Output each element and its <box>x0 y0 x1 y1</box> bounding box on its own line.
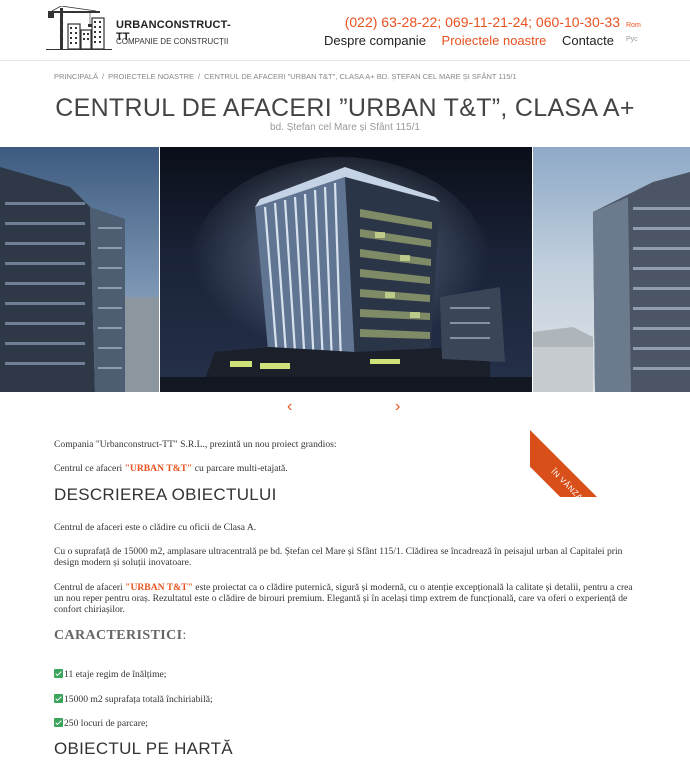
slide-current-image[interactable] <box>160 147 532 392</box>
language-switcher: Rom Рус <box>626 19 641 47</box>
image-slider[interactable] <box>0 147 690 392</box>
checkmark-icon <box>54 718 63 727</box>
section-title-description: DESCRIEREA OBIECTULUI <box>54 485 277 504</box>
crane-logo-icon <box>46 6 112 50</box>
lang-ro[interactable]: Rom <box>626 19 641 33</box>
section-title-features-text: CARACTERISTICI <box>54 628 183 643</box>
header-divider <box>0 60 690 61</box>
phone-numbers[interactable]: (022) 63-28-22; 069-11-21-24; 060-10-30-… <box>330 14 620 30</box>
breadcrumb-current: CENTRUL DE AFACERI "URBAN T&T", CLASA A+… <box>204 72 517 81</box>
center-text-before: Centrul ce afaceri <box>54 463 125 474</box>
logo[interactable]: URBANCONSTRUCT-TT COMPANIE DE CONSTRUCȚI… <box>46 6 236 50</box>
description-p3: Centrul de afaceri "URBAN T&T" este proi… <box>54 582 637 615</box>
slide-next-image[interactable] <box>533 147 690 392</box>
section-title-features-colon: : <box>182 628 187 643</box>
feature-item: 11 etaje regim de înălțime; <box>54 669 637 680</box>
intro-text: Compania "Urbanconstruct-TT" S.R.L., pre… <box>54 439 337 450</box>
sale-ribbon-label: ÎN VÂNZARE <box>530 420 637 497</box>
section-title-features: CARACTERISTICI: <box>54 628 187 644</box>
feature-item: 15000 m2 suprafața totală închiriabilă; <box>54 694 637 705</box>
checkmark-icon <box>54 694 63 703</box>
site-header: URBANCONSTRUCT-TT COMPANIE DE CONSTRUCȚI… <box>0 0 690 60</box>
chevron-left-icon: ‹ <box>287 398 293 415</box>
logo-tagline: COMPANIE DE CONSTRUCȚII <box>116 37 229 46</box>
description-p2: Cu o suprafață de 15000 m2, amplasare ul… <box>54 546 623 568</box>
slider-prev-button[interactable]: ‹ <box>287 398 292 416</box>
slide-previous-image[interactable] <box>0 147 159 392</box>
description-p1: Centrul de afaceri este o clădire cu ofi… <box>54 522 257 533</box>
breadcrumb-home[interactable]: PRINCIPALĂ <box>54 72 98 81</box>
main-nav: Despre companie Proiectele noastre Conta… <box>312 33 614 48</box>
feature-text: 11 etaje regim de înălțime; <box>64 669 167 680</box>
page-subtitle: bd. Ștefan cel Mare și Sfânt 115/1 <box>270 122 420 133</box>
page-title: CENTRUL DE AFACERI ”URBAN T&T”, CLASA A+ <box>55 94 635 122</box>
slider-next-button[interactable]: › <box>395 398 400 416</box>
description-p3-highlight: "URBAN T&T" <box>125 582 193 593</box>
nav-item-contacts[interactable]: Contacte <box>562 33 614 48</box>
breadcrumb-projects[interactable]: PROIECTELE NOASTRE <box>108 72 194 81</box>
feature-text: 15000 m2 suprafața totală închiriabilă; <box>64 694 213 705</box>
description-p3-before: Centrul de afaceri <box>54 582 126 593</box>
center-text-highlight: "URBAN T&T" <box>124 463 193 474</box>
feature-item: 250 locuri de parcare; <box>54 718 637 729</box>
center-text-after: cu parcare multi-etajată. <box>192 463 288 474</box>
lang-ru[interactable]: Рус <box>626 33 641 47</box>
nav-item-about[interactable]: Despre companie <box>324 33 426 48</box>
center-text: Centrul ce afaceri "URBAN T&T" cu parcar… <box>54 463 637 474</box>
section-title-map: OBIECTUL PE HARTĂ <box>54 739 233 758</box>
checkmark-icon <box>54 669 63 678</box>
chevron-right-icon: › <box>395 398 401 415</box>
nav-item-projects[interactable]: Proiectele noastre <box>442 33 547 48</box>
breadcrumb: PRINCIPALĂ / PROIECTELE NOASTRE / CENTRUL DE… <box>54 72 517 81</box>
feature-text: 250 locuri de parcare; <box>64 718 148 729</box>
